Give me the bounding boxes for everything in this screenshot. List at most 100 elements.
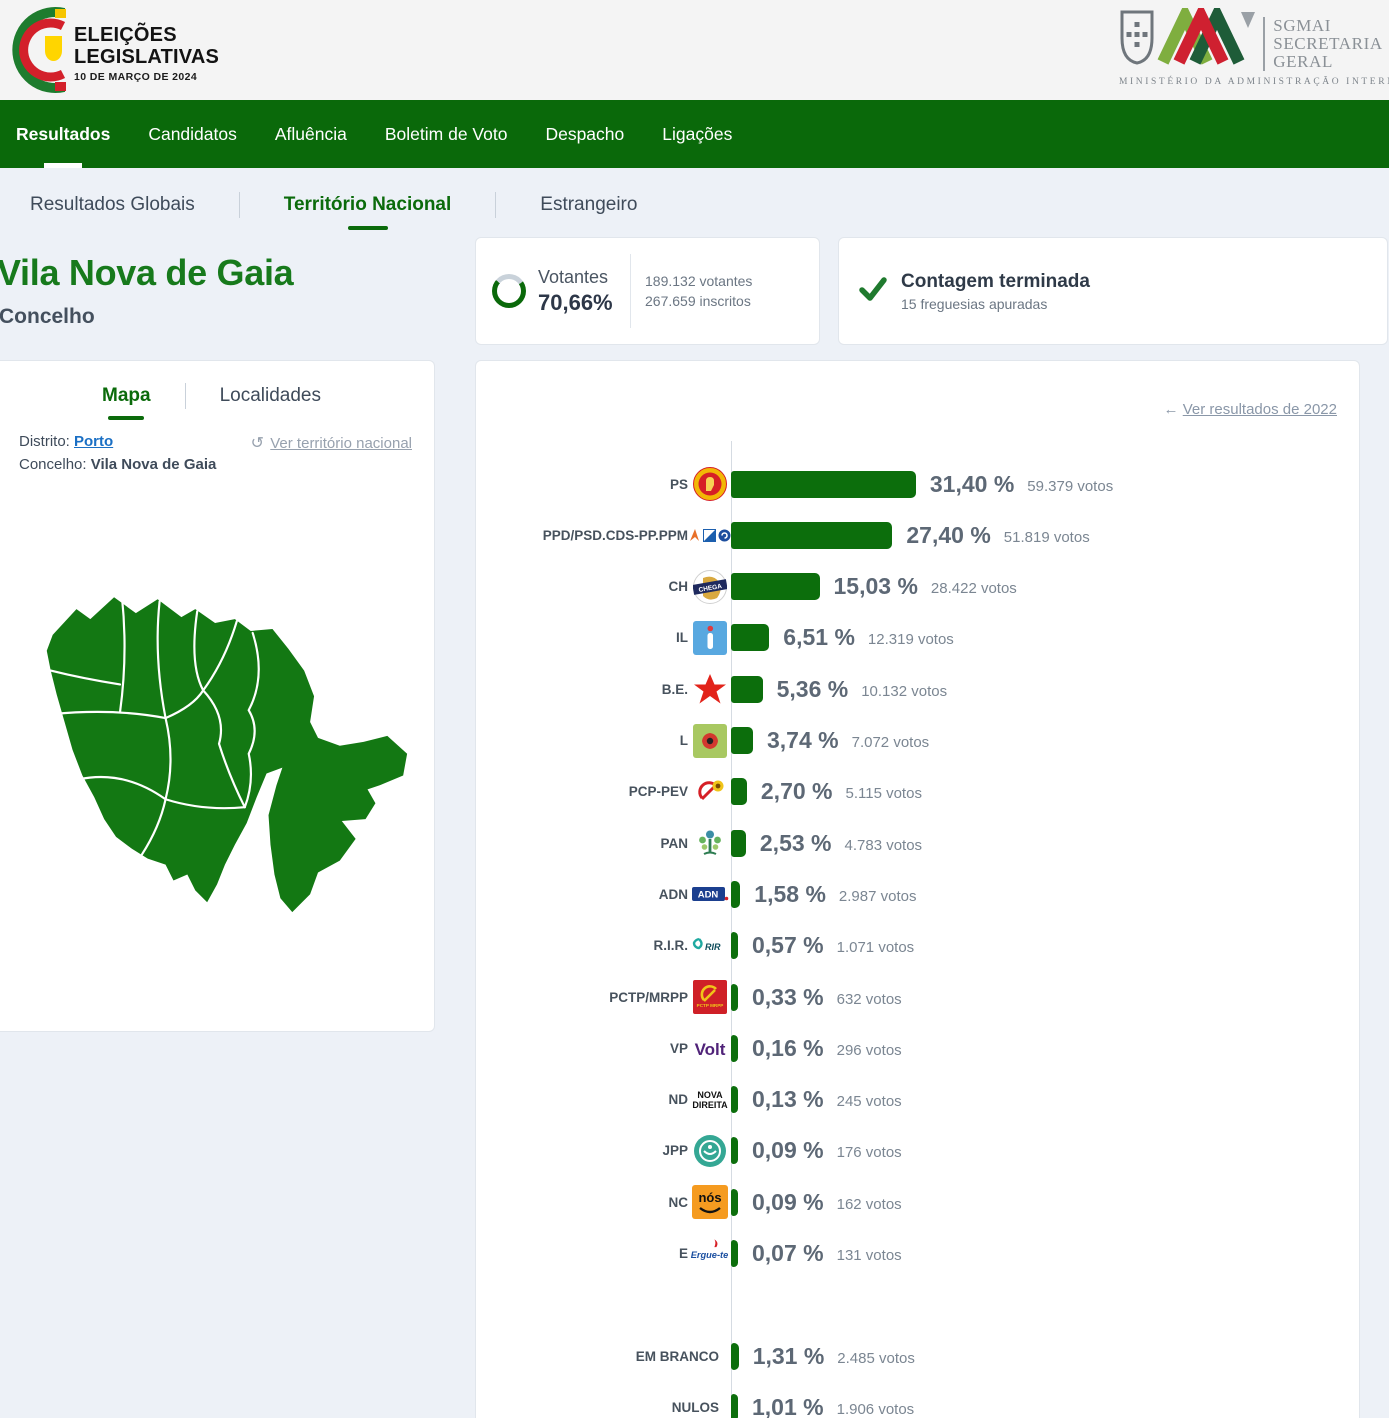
result-bar: [731, 573, 820, 600]
party-label: VP: [476, 1041, 688, 1056]
brand-date: 10 DE MARÇO DE 2024: [74, 71, 219, 83]
nav-item-despacho[interactable]: Despacho: [543, 100, 626, 168]
result-bar: [731, 676, 763, 703]
rir-party-logo-icon: RIR: [688, 929, 731, 963]
ministry-caption: MINISTÉRIO DA ADMINISTRAÇÃO INTERNA: [1119, 77, 1381, 87]
nav-item-aflu-ncia[interactable]: Afluência: [273, 100, 349, 168]
subnav-item-territ-rio-nacional[interactable]: Território Nacional: [284, 194, 452, 216]
result-bar: [731, 727, 753, 754]
district-link[interactable]: Porto: [74, 433, 113, 450]
result-percent: 0,33 %: [752, 984, 824, 1011]
divider: [239, 192, 240, 218]
map-panel: Mapa Localidades Distrito: Porto Concelh…: [0, 360, 435, 1032]
result-row: NULOS 1,01 % 1.906 votos: [476, 1382, 1359, 1418]
result-percent: 2,53 %: [760, 830, 832, 857]
subnav-item-resultados-globais[interactable]: Resultados Globais: [30, 194, 195, 216]
chega-party-logo-icon: CHEGA: [688, 570, 731, 604]
result-percent: 15,03 %: [834, 573, 918, 600]
result-row: PCP-PEV2,70 %5.115 votos: [476, 767, 1359, 817]
result-votes: 51.819 votos: [1004, 525, 1090, 546]
result-votes: 1.906 votos: [837, 1397, 915, 1418]
subnav-item-estrangeiro[interactable]: Estrangeiro: [540, 194, 637, 216]
result-votes: 1.071 votos: [837, 935, 915, 956]
adn-party-logo-icon: ADN: [688, 877, 731, 911]
result-row: NCnós0,09 %162 votos: [476, 1177, 1359, 1227]
council-label: Concelho:: [19, 456, 87, 473]
result-percent: 1,01 %: [752, 1394, 824, 1418]
be-party-logo-icon: [688, 672, 731, 706]
party-label: R.I.R.: [476, 938, 688, 953]
main-nav: Resultados Candidatos Afluência Boletim de …: [0, 100, 1389, 168]
see-2022-results-link[interactable]: ← Ver resultados de 2022: [1164, 401, 1337, 418]
nav-item-boletim-de-voto[interactable]: Boletim de Voto: [383, 100, 510, 168]
page-title: Vila Nova de Gaia: [0, 252, 293, 294]
ps-party-logo-icon: [688, 467, 731, 501]
result-percent: 0,16 %: [752, 1035, 824, 1062]
party-label: NULOS: [476, 1400, 719, 1415]
result-percent: 6,51 %: [783, 624, 855, 651]
results-subnav: Resultados Globais Território Nacional Est…: [30, 192, 637, 218]
result-votes: 176 votos: [837, 1140, 902, 1161]
party-label: NC: [476, 1195, 688, 1210]
result-percent: 0,07 %: [752, 1240, 824, 1267]
nav-item-candidatos[interactable]: Candidatos: [146, 100, 239, 168]
ad-party-logo-icon: [688, 528, 731, 543]
svg-text:nós: nós: [698, 1190, 721, 1205]
livre-party-logo-icon: [688, 724, 731, 758]
result-row: EM BRANCO1,31 %2.485 votos: [476, 1331, 1359, 1381]
result-bar: [731, 1086, 738, 1113]
council-map[interactable]: [23, 561, 419, 996]
agency-acronym: SGMAI: [1273, 17, 1382, 35]
result-bar: [731, 830, 746, 857]
election-results-page: ELEIÇÕES LEGISLATIVAS 10 DE MARÇO DE 202…: [0, 0, 1389, 1418]
result-row: JPP0,09 %176 votos: [476, 1126, 1359, 1176]
party-label: EM BRANCO: [476, 1349, 719, 1364]
result-votes: 131 votos: [837, 1243, 902, 1264]
status-subtitle: 15 freguesias apuradas: [901, 296, 1090, 312]
turnout-registered: 267.659 inscritos: [645, 291, 752, 311]
cdu-party-logo-icon: [688, 775, 731, 809]
result-row: EErgue-te0,07 %131 votos: [476, 1229, 1359, 1279]
turnout-voters: 189.132 votantes: [645, 271, 752, 291]
svg-text:DIREITA: DIREITA: [692, 1100, 728, 1110]
result-row: PAN2,53 %4.783 votos: [476, 818, 1359, 868]
party-label: ND: [476, 1092, 688, 1107]
brand-line1: ELEIÇÕES: [74, 24, 219, 46]
agency-line1: SECRETARIA: [1273, 35, 1382, 53]
result-row: L 3,74 % 7.072 votos: [476, 716, 1359, 766]
result-percent: 3,74 %: [767, 727, 839, 754]
result-votes: 7.072 votos: [852, 730, 930, 751]
result-bar: [731, 1394, 738, 1418]
turnout-label: Votantes: [538, 267, 624, 288]
elections-emblem-icon: [10, 4, 68, 101]
result-votes: 296 votos: [837, 1038, 902, 1059]
tab-mapa[interactable]: Mapa: [102, 385, 151, 407]
result-votes: 2.987 votos: [839, 884, 917, 905]
nos-party-logo-icon: nós: [688, 1185, 731, 1219]
back-arrow-icon: ←: [1164, 401, 1179, 418]
nav-item-resultados[interactable]: Resultados: [14, 100, 112, 168]
party-label: PS: [476, 477, 688, 492]
volt-party-logo-icon: Volt: [688, 1031, 731, 1065]
result-percent: 2,70 %: [761, 778, 833, 805]
result-votes: 59.379 votos: [1027, 474, 1113, 495]
reset-territory-link[interactable]: ↺ Ver território nacional: [251, 433, 412, 453]
result-bar: [731, 778, 747, 805]
party-label: PCP-PEV: [476, 784, 688, 799]
party-label: L: [476, 733, 688, 748]
result-bar: [731, 1035, 738, 1062]
see-2022-results-label: Ver resultados de 2022: [1183, 401, 1337, 418]
result-votes: 245 votos: [837, 1089, 902, 1110]
party-label: E: [476, 1246, 688, 1261]
elections-logo-text: ELEIÇÕES LEGISLATIVAS 10 DE MARÇO DE 202…: [74, 24, 219, 101]
result-bar: [731, 1189, 738, 1216]
result-bar: [731, 932, 738, 959]
nav-item-liga-es[interactable]: Ligações: [660, 100, 734, 168]
portugal-shield-icon: [1117, 8, 1157, 71]
result-row: VPVolt 0,16 % 296 votos: [476, 1023, 1359, 1073]
elections-logo: ELEIÇÕES LEGISLATIVAS 10 DE MARÇO DE 202…: [10, 4, 219, 101]
result-percent: 5,36 %: [777, 676, 849, 703]
result-bar: [731, 1343, 739, 1370]
tab-localidades[interactable]: Localidades: [220, 385, 321, 407]
count-status-card: Contagem terminada 15 freguesias apurada…: [838, 237, 1388, 345]
